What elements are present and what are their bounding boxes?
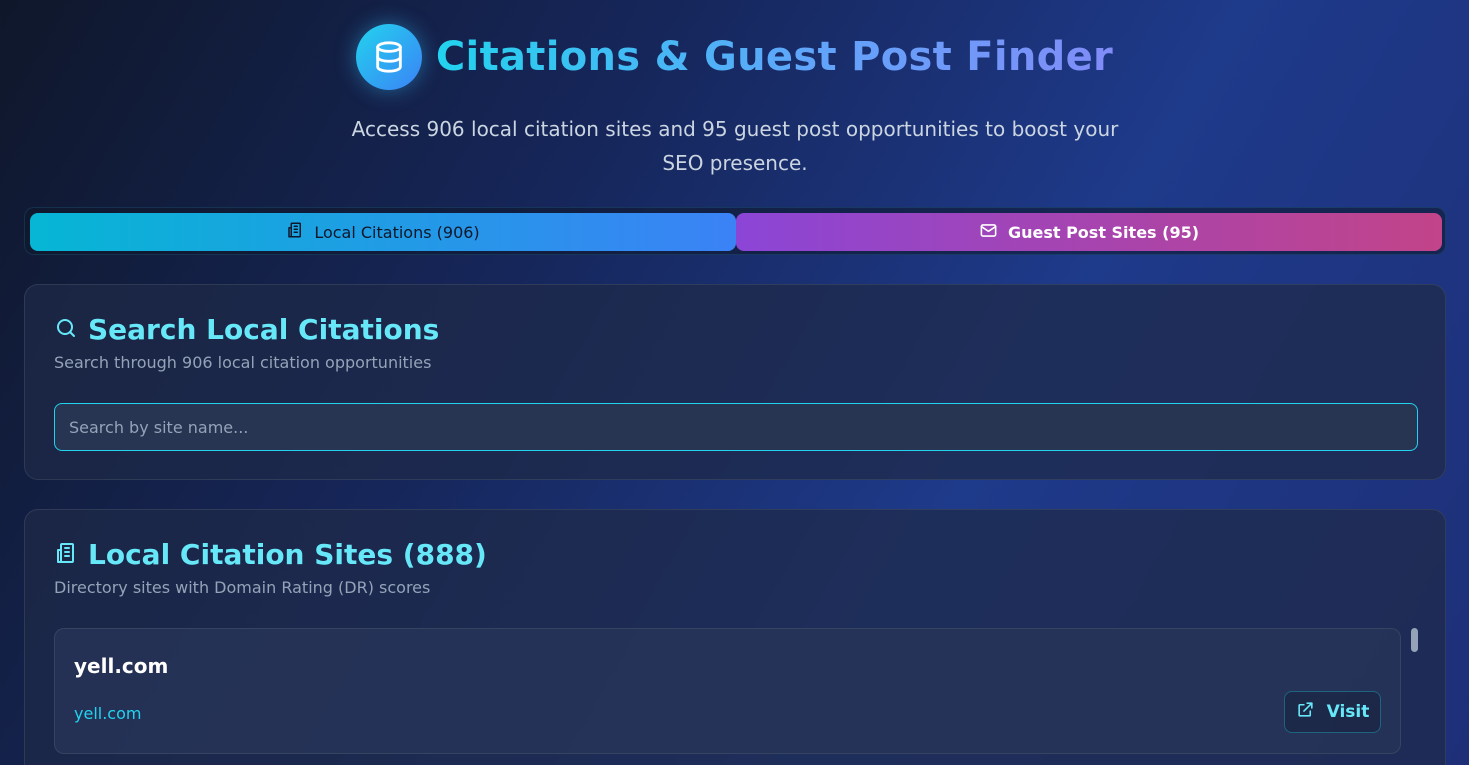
search-card: Search Local Citations Search through 90… <box>24 284 1446 480</box>
tab-bar: Local Citations (906) Guest Post Sites (… <box>24 207 1446 255</box>
page: Citations & Guest Post Finder Access 906… <box>0 0 1469 765</box>
header: Citations & Guest Post Finder <box>0 24 1469 90</box>
building-icon <box>54 541 78 569</box>
search-card-description: Search through 906 local citation opport… <box>54 353 432 372</box>
search-input[interactable] <box>54 403 1418 451</box>
sites-card-header: Local Citation Sites (888) <box>54 541 487 569</box>
visit-button-label: Visit <box>1326 702 1370 722</box>
site-link[interactable]: yell.com <box>74 704 141 723</box>
search-card-header: Search Local Citations <box>54 316 439 344</box>
database-icon <box>355 24 422 90</box>
external-link-icon <box>1296 700 1315 724</box>
building-icon <box>286 221 304 243</box>
search-icon <box>54 316 78 344</box>
tab-label: Local Citations (906) <box>314 222 480 242</box>
list-scrollbar[interactable] <box>1411 628 1418 652</box>
list-item: yell.com yell.com Visit <box>54 628 1401 754</box>
page-subtitle: Access 906 local citation sites and 95 g… <box>351 117 1119 175</box>
search-card-title: Search Local Citations <box>88 313 440 346</box>
visit-button[interactable]: Visit <box>1284 691 1381 733</box>
local-citation-sites-card: Local Citation Sites (888) Directory sit… <box>24 509 1446 765</box>
mail-icon <box>979 221 998 244</box>
site-name: yell.com <box>74 654 169 678</box>
sites-card-description: Directory sites with Domain Rating (DR) … <box>54 578 431 597</box>
tab-guest-post-sites[interactable]: Guest Post Sites (95) <box>736 213 1442 251</box>
tab-local-citations[interactable]: Local Citations (906) <box>30 213 736 251</box>
page-title: Citations & Guest Post Finder <box>435 34 1114 80</box>
sites-card-title: Local Citation Sites (888) <box>88 538 487 571</box>
tab-label: Guest Post Sites (95) <box>1007 222 1200 242</box>
